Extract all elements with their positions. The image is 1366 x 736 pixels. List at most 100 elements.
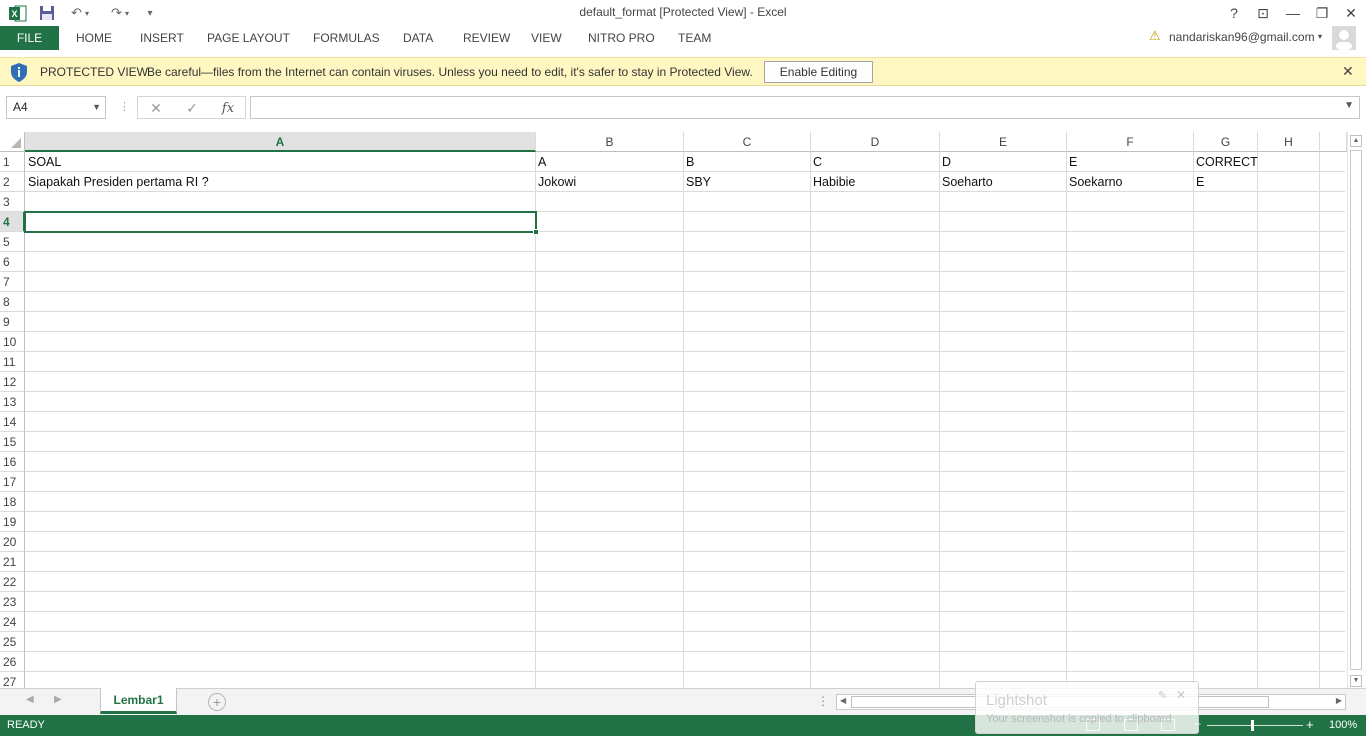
cell-f1[interactable]: E [1066, 152, 1193, 172]
cell-g1[interactable]: CORRECT [1193, 152, 1258, 172]
row-header-8[interactable]: 8 [0, 292, 25, 312]
cell-a2[interactable]: Siapakah Presiden pertama RI ? [25, 172, 535, 192]
column-header-a[interactable]: A [25, 132, 536, 152]
row-header-17[interactable]: 17 [0, 472, 25, 492]
row-header-10[interactable]: 10 [0, 332, 25, 352]
row-header-2[interactable]: 2 [0, 172, 25, 192]
zoom-level[interactable]: 100% [1329, 719, 1357, 731]
row-header-15[interactable]: 15 [0, 432, 25, 452]
zoom-in-icon[interactable]: + [1306, 717, 1314, 732]
ribbon-display-icon[interactable]: ⊡ [1249, 2, 1277, 24]
cell-f2[interactable]: Soekarno [1066, 172, 1193, 192]
row-header-25[interactable]: 25 [0, 632, 25, 652]
formula-input[interactable]: ▼ [250, 96, 1360, 119]
row-header-16[interactable]: 16 [0, 452, 25, 472]
cell-g2[interactable]: E [1193, 172, 1257, 192]
cell-e1[interactable]: D [939, 152, 1066, 172]
protected-view-close-icon[interactable]: ✕ [1342, 63, 1354, 80]
row-header-21[interactable]: 21 [0, 552, 25, 572]
formula-expand-icon[interactable]: ▼ [1344, 100, 1354, 111]
sheet-prev-icon[interactable]: ◀ [26, 694, 34, 705]
tab-nitro-pro[interactable]: NITRO PRO [588, 31, 655, 45]
sheet-tab-lembar1[interactable]: Lembar1 [100, 688, 177, 714]
cell-c1[interactable]: B [683, 152, 810, 172]
cancel-icon[interactable]: ✕ [144, 99, 168, 117]
column-header-g[interactable]: G [1194, 132, 1258, 152]
row-header-1[interactable]: 1 [0, 152, 25, 172]
row-header-3[interactable]: 3 [0, 192, 25, 212]
cell-c2[interactable]: SBY [683, 172, 810, 192]
select-all-corner[interactable] [0, 132, 25, 152]
row-header-24[interactable]: 24 [0, 612, 25, 632]
column-header-i[interactable] [1320, 132, 1347, 152]
fill-handle[interactable] [533, 229, 539, 235]
scroll-left-icon[interactable]: ◀ [840, 696, 846, 705]
tab-home[interactable]: HOME [76, 31, 112, 45]
help-icon[interactable]: ? [1220, 2, 1248, 24]
column-header-e[interactable]: E [940, 132, 1067, 152]
close-icon[interactable]: ✕ [1337, 2, 1365, 24]
worksheet-grid[interactable]: A B C D E F G H 1 2 3 4 5 6 7 8 9 10 11 … [0, 132, 1366, 688]
tab-page-layout[interactable]: PAGE LAYOUT [207, 31, 290, 45]
toast-close-icon[interactable]: ✕ [1176, 688, 1186, 702]
cell-b2[interactable]: Jokowi [535, 172, 683, 192]
account-name[interactable]: nandariskan96@gmail.com [1169, 30, 1315, 44]
selected-cell-a4[interactable] [24, 211, 539, 235]
vertical-scroll-thumb[interactable] [1350, 150, 1362, 670]
restore-icon[interactable]: ❐ [1308, 2, 1336, 24]
row-header-11[interactable]: 11 [0, 352, 25, 372]
column-header-f[interactable]: F [1067, 132, 1194, 152]
row-header-6[interactable]: 6 [0, 252, 25, 272]
tab-insert[interactable]: INSERT [140, 31, 184, 45]
minimize-icon[interactable]: — [1279, 2, 1307, 24]
tab-review[interactable]: REVIEW [463, 31, 510, 45]
scroll-up-icon[interactable]: ▲ [1350, 135, 1362, 147]
column-header-b[interactable]: B [536, 132, 684, 152]
row-header-9[interactable]: 9 [0, 312, 25, 332]
vertical-scrollbar[interactable]: ▲ ▼ [1347, 132, 1364, 688]
sheet-next-icon[interactable]: ▶ [54, 694, 62, 705]
row-header-4[interactable]: 4 [0, 212, 25, 232]
formula-bar-grip-icon[interactable]: ⋮ [119, 100, 130, 113]
enter-icon[interactable]: ✓ [180, 99, 204, 117]
cell-a1[interactable]: SOAL [25, 152, 535, 172]
row-header-22[interactable]: 22 [0, 572, 25, 592]
row-header-5[interactable]: 5 [0, 232, 25, 252]
row-header-26[interactable]: 26 [0, 652, 25, 672]
toast-pencil-icon[interactable]: ✎ [1158, 689, 1167, 702]
enable-editing-button[interactable]: Enable Editing [764, 61, 873, 83]
row-header-27[interactable]: 27 [0, 672, 25, 688]
cell-d1[interactable]: C [810, 152, 939, 172]
cell-b1[interactable]: A [535, 152, 683, 172]
cell-e2[interactable]: Soeharto [939, 172, 1066, 192]
name-box[interactable]: A4 ▼ [6, 96, 106, 119]
tab-splitter-icon[interactable]: ⋮ [817, 694, 829, 708]
name-box-dropdown-icon[interactable]: ▼ [92, 97, 101, 118]
row-header-14[interactable]: 14 [0, 412, 25, 432]
column-header-h[interactable]: H [1258, 132, 1320, 152]
lightshot-toast[interactable]: Lightshot Your screenshot is copied to c… [975, 681, 1199, 734]
zoom-slider[interactable] [1207, 725, 1303, 726]
column-header-c[interactable]: C [684, 132, 811, 152]
scroll-right-icon[interactable]: ▶ [1336, 696, 1342, 705]
tab-view[interactable]: VIEW [531, 31, 562, 45]
tab-data[interactable]: DATA [403, 31, 433, 45]
add-sheet-icon[interactable]: + [208, 693, 226, 711]
avatar[interactable] [1332, 26, 1356, 50]
account-dropdown-icon[interactable]: ▾ [1318, 32, 1322, 41]
tab-team[interactable]: TEAM [678, 31, 711, 45]
insert-function-icon[interactable]: fx [216, 99, 240, 117]
row-header-13[interactable]: 13 [0, 392, 25, 412]
row-header-18[interactable]: 18 [0, 492, 25, 512]
tab-file[interactable]: FILE [0, 26, 59, 50]
row-header-20[interactable]: 20 [0, 532, 25, 552]
zoom-slider-knob[interactable] [1251, 720, 1254, 731]
scroll-down-icon[interactable]: ▼ [1350, 675, 1362, 687]
tab-formulas[interactable]: FORMULAS [313, 31, 380, 45]
row-header-12[interactable]: 12 [0, 372, 25, 392]
cell-d2[interactable]: Habibie [810, 172, 939, 192]
column-header-d[interactable]: D [811, 132, 940, 152]
row-header-19[interactable]: 19 [0, 512, 25, 532]
row-header-23[interactable]: 23 [0, 592, 25, 612]
row-header-7[interactable]: 7 [0, 272, 25, 292]
